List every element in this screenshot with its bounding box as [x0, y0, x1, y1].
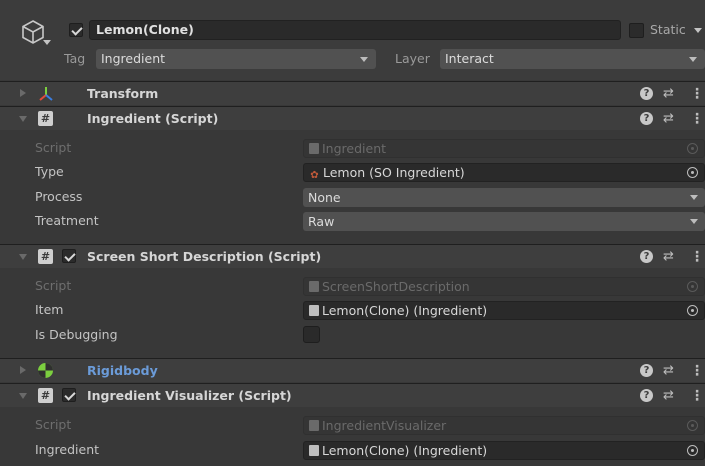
tag-label: Tag: [64, 51, 86, 66]
help-icon[interactable]: ?: [640, 250, 653, 263]
field-value: None: [308, 190, 341, 205]
chevron-down-icon: [690, 219, 698, 224]
object-picker-icon[interactable]: [687, 305, 698, 316]
property-label-ingredient: Ingredient: [35, 442, 100, 457]
foldout-expanded-icon[interactable]: [19, 254, 27, 260]
foldout-collapsed-icon[interactable]: [20, 366, 26, 374]
component-header-transform[interactable]: Transform ? ⇄ ⋮: [0, 81, 705, 105]
context-menu-icon[interactable]: ⋮: [690, 85, 704, 103]
context-menu-icon[interactable]: ⋮: [690, 110, 704, 128]
field-value: ScreenShortDescription: [322, 279, 470, 294]
foldout-collapsed-icon[interactable]: [20, 89, 26, 97]
component-title: Ingredient (Script): [87, 111, 219, 126]
script-asset-icon: [309, 143, 319, 154]
object-picker-icon: [687, 281, 698, 292]
field-value: IngredientVisualizer: [322, 418, 447, 433]
component-title: Rigidbody: [87, 363, 158, 378]
preset-icon[interactable]: ⇄: [663, 110, 674, 128]
tag-dropdown[interactable]: Ingredient: [96, 49, 376, 69]
field-value: Ingredient: [322, 141, 387, 156]
script-asset-icon: [309, 305, 319, 316]
help-icon[interactable]: ?: [640, 87, 653, 100]
script-asset-icon: [309, 281, 319, 292]
property-label-type: Type: [35, 164, 64, 179]
property-label-process: Process: [35, 189, 83, 204]
context-menu-icon[interactable]: ⋮: [690, 387, 704, 405]
preset-icon[interactable]: ⇄: [663, 362, 674, 380]
field-value: Lemon (SO Ingredient): [323, 165, 465, 180]
component-enabled-toggle[interactable]: [62, 388, 76, 402]
component-header-ingredient-visualizer[interactable]: # Ingredient Visualizer (Script) ? ⇄ ⋮: [0, 383, 705, 407]
preset-icon[interactable]: ⇄: [663, 85, 674, 103]
tag-value: Ingredient: [101, 51, 166, 66]
layer-dropdown[interactable]: Interact: [440, 49, 705, 69]
rigidbody-icon: [38, 363, 53, 378]
foldout-expanded-icon[interactable]: [19, 116, 27, 122]
property-label-script: Script: [35, 417, 72, 432]
component-title: Transform: [87, 86, 159, 101]
foldout-expanded-icon[interactable]: [19, 393, 27, 399]
layer-value: Interact: [445, 51, 494, 66]
chevron-down-icon: [360, 57, 368, 62]
script-reference-field: IngredientVisualizer: [303, 416, 705, 435]
context-menu-icon[interactable]: ⋮: [690, 362, 704, 380]
component-enabled-toggle[interactable]: [62, 249, 76, 263]
field-value: Lemon(Clone) (Ingredient): [322, 443, 488, 458]
inspector-header: Lemon(Clone) Static Tag Ingredient Layer…: [0, 0, 705, 80]
help-icon[interactable]: ?: [640, 389, 653, 402]
property-label-script: Script: [35, 278, 72, 293]
help-icon[interactable]: ?: [640, 112, 653, 125]
field-value: Lemon(Clone) (Ingredient): [322, 303, 488, 318]
script-reference-field: ScreenShortDescription: [303, 277, 705, 296]
script-icon: #: [38, 111, 53, 126]
script-asset-icon: [309, 420, 319, 431]
layer-label: Layer: [395, 51, 430, 66]
component-header-screen-short-description[interactable]: # Screen Short Description (Script) ? ⇄ …: [0, 244, 705, 268]
field-value: Raw: [308, 214, 335, 229]
preset-icon[interactable]: ⇄: [663, 248, 674, 266]
chevron-down-icon: [689, 57, 697, 62]
object-picker-icon[interactable]: [687, 167, 698, 178]
active-toggle[interactable]: [69, 23, 83, 37]
preset-icon[interactable]: ⇄: [663, 387, 674, 405]
process-dropdown[interactable]: None: [303, 188, 705, 207]
script-icon: #: [38, 249, 53, 264]
ingredient-object-field[interactable]: Lemon(Clone) (Ingredient): [303, 441, 705, 460]
treatment-dropdown[interactable]: Raw: [303, 212, 705, 231]
object-picker-icon: [687, 420, 698, 431]
context-menu-icon[interactable]: ⋮: [690, 248, 704, 266]
property-label-is-debugging: Is Debugging: [35, 327, 118, 342]
object-name-field[interactable]: Lemon(Clone): [89, 20, 621, 40]
transform-icon: [39, 87, 53, 101]
component-header-rigidbody[interactable]: Rigidbody ? ⇄ ⋮: [0, 358, 705, 382]
component-title: Ingredient Visualizer (Script): [87, 388, 292, 403]
component-header-ingredient[interactable]: # Ingredient (Script) ? ⇄ ⋮: [0, 106, 705, 130]
component-title: Screen Short Description (Script): [87, 249, 322, 264]
object-picker-icon[interactable]: [687, 445, 698, 456]
static-label: Static: [650, 22, 686, 37]
icon-picker-caret-icon[interactable]: [43, 40, 51, 45]
static-dropdown-caret-icon[interactable]: [694, 28, 702, 33]
type-object-field[interactable]: ✿ Lemon (SO Ingredient): [303, 163, 705, 182]
property-label-item: Item: [35, 302, 64, 317]
item-object-field[interactable]: Lemon(Clone) (Ingredient): [303, 301, 705, 320]
chevron-down-icon: [690, 195, 698, 200]
script-reference-field: Ingredient: [303, 139, 705, 158]
property-label-script: Script: [35, 140, 72, 155]
script-asset-icon: [309, 445, 319, 456]
static-toggle[interactable]: [629, 23, 644, 38]
help-icon[interactable]: ?: [640, 364, 653, 377]
is-debugging-checkbox[interactable]: [303, 326, 320, 343]
object-picker-icon: [687, 143, 698, 154]
property-label-treatment: Treatment: [35, 213, 99, 228]
scriptable-object-icon: ✿: [310, 170, 319, 181]
script-icon: #: [38, 388, 53, 403]
